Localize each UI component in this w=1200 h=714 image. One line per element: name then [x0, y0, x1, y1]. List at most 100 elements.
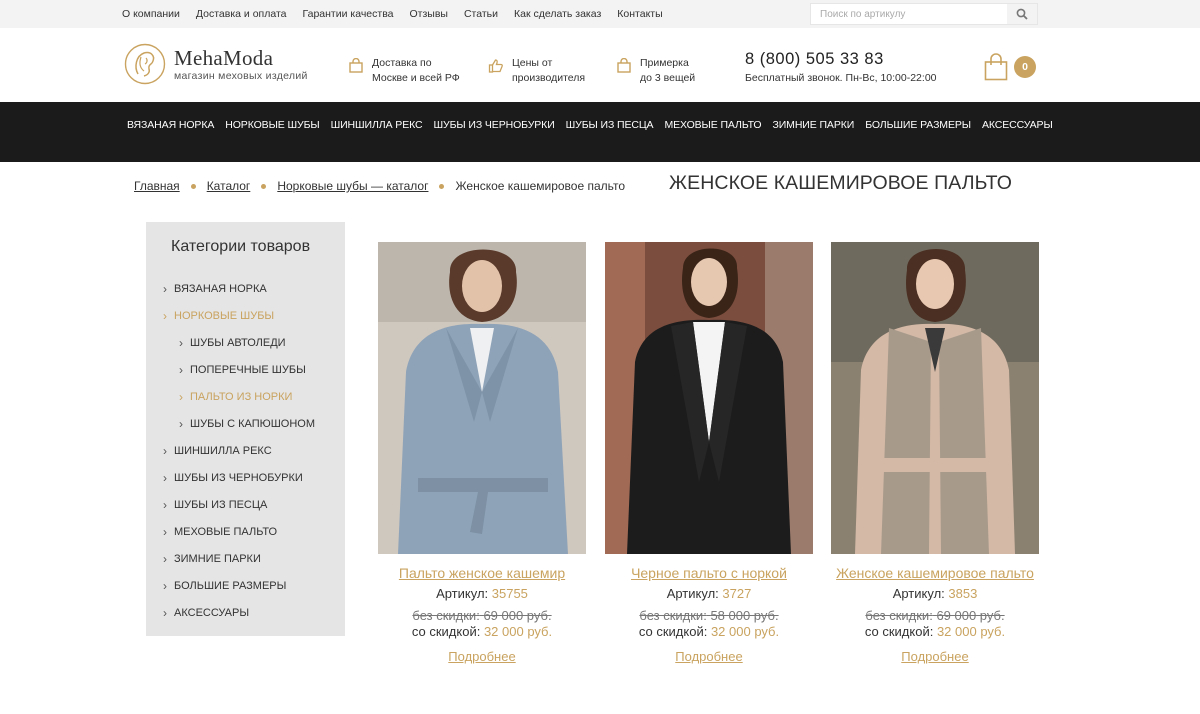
- product-image[interactable]: [378, 242, 586, 554]
- sidebar-item-hooded[interactable]: › ШУБЫ С КАПЮШОНОМ: [163, 410, 315, 437]
- sidebar-item-label: ШУБЫ С КАПЮШОНОМ: [190, 417, 316, 430]
- search-input[interactable]: [811, 4, 1007, 24]
- breadcrumb-separator: [261, 183, 267, 189]
- feature-prices-line2: производителя: [512, 72, 586, 84]
- sidebar-title: Категории товаров: [171, 238, 311, 255]
- sidebar-item-accessories[interactable]: › АКСЕССУАРЫ: [163, 599, 315, 626]
- feature-fitting: Примерка до 3 вещей: [616, 56, 695, 86]
- sidebar-item-label: ПОПЕРЕЧНЫЕ ШУБЫ: [190, 363, 306, 376]
- chevron-right-icon: ›: [179, 362, 183, 377]
- article-value: 3727: [722, 586, 752, 601]
- chevron-right-icon: ›: [163, 308, 167, 323]
- new-price-value: 32 000 руб.: [483, 624, 553, 639]
- top-link-about[interactable]: О компании: [122, 8, 180, 20]
- sidebar-item-knitted-mink[interactable]: › ВЯЗАНАЯ НОРКА: [163, 275, 315, 302]
- cart-button[interactable]: 0: [984, 53, 1036, 81]
- logo-woman-icon: [124, 43, 166, 85]
- sidebar-item-autolady[interactable]: › ШУБЫ АВТОЛЕДИ: [163, 329, 315, 356]
- phone-block: 8 (800) 505 33 83 Бесплатный звонок. Пн-…: [745, 50, 937, 84]
- chevron-right-icon: ›: [163, 281, 167, 296]
- sidebar-item-label: ВЯЗАНАЯ НОРКА: [174, 282, 267, 295]
- breadcrumb-separator: [190, 183, 196, 189]
- product-article: Артикул: 35755: [378, 586, 586, 601]
- more-details-link[interactable]: Подробнее: [378, 649, 586, 664]
- nav-item-fur-coats[interactable]: МЕХОВЫЕ ПАЛЬТО: [664, 119, 761, 131]
- nav-item-large-sizes[interactable]: БОЛЬШИЕ РАЗМЕРЫ: [865, 119, 971, 131]
- chevron-right-icon: ›: [163, 524, 167, 539]
- nav-item-accessories[interactable]: АКСЕССУАРЫ: [982, 119, 1053, 131]
- old-price-value: 58 000 руб.: [710, 608, 779, 623]
- feature-fitting-line2: до 3 вещей: [640, 72, 696, 84]
- sidebar-item-large-sizes[interactable]: › БОЛЬШИЕ РАЗМЕРЫ: [163, 572, 315, 599]
- search-button[interactable]: [1007, 4, 1037, 24]
- more-details-link[interactable]: Подробнее: [605, 649, 813, 664]
- bag-icon: [617, 58, 631, 73]
- product-new-price: со скидкой: 32 000 руб.: [831, 624, 1039, 639]
- feature-delivery-line1: Доставка по: [372, 57, 432, 69]
- article-value: 3853: [948, 586, 978, 601]
- article-label: Артикул:: [666, 586, 719, 601]
- sidebar-item-fur-coats[interactable]: › МЕХОВЫЕ ПАЛЬТО: [163, 518, 315, 545]
- nav-item-winter-parkas[interactable]: ЗИМНИЕ ПАРКИ: [772, 119, 854, 131]
- top-link-guarantees[interactable]: Гарантии качества: [303, 8, 394, 20]
- breadcrumb-home[interactable]: Главная: [134, 179, 180, 193]
- product-card: Черное пальто с норкой Артикул: 3727 без…: [605, 242, 813, 664]
- chevron-right-icon: ›: [179, 335, 183, 350]
- old-price-value: 69 000 руб.: [936, 608, 1005, 623]
- phone-note: Бесплатный звонок. Пн-Вс, 10:00-22:00: [745, 72, 937, 84]
- sidebar-item-mink-coats[interactable]: › НОРКОВЫЕ ШУБЫ: [163, 302, 315, 329]
- sidebar-item-arctic-fox[interactable]: › ШУБЫ ИЗ ПЕСЦА: [163, 491, 315, 518]
- sidebar-item-transverse[interactable]: › ПОПЕРЕЧНЫЕ ШУБЫ: [163, 356, 315, 383]
- sidebar-item-mink-coat[interactable]: › ПАЛЬТО ИЗ НОРКИ: [163, 383, 315, 410]
- chevron-right-icon: ›: [163, 605, 167, 620]
- new-price-value: 32 000 руб.: [936, 624, 1006, 639]
- sidebar-item-silver-fox[interactable]: › ШУБЫ ИЗ ЧЕРНОБУРКИ: [163, 464, 315, 491]
- product-name-link[interactable]: Пальто женское кашемир: [378, 565, 586, 581]
- product-article: Артикул: 3727: [605, 586, 813, 601]
- main-nav: ВЯЗАНАЯ НОРКА НОРКОВЫЕ ШУБЫ ШИНШИЛЛА РЕК…: [0, 102, 1200, 162]
- nav-item-knitted-mink[interactable]: ВЯЗАНАЯ НОРКА: [127, 119, 214, 131]
- sidebar-item-label: НОРКОВЫЕ ШУБЫ: [174, 309, 275, 322]
- search-icon: [1016, 8, 1028, 20]
- page-title: ЖЕНСКОЕ КАШЕМИРОВОЕ ПАЛЬТО: [669, 172, 1013, 194]
- feature-prices-line1: Цены от: [512, 57, 553, 69]
- breadcrumb-mink-catalog[interactable]: Норковые шубы — каталог: [277, 179, 428, 193]
- feature-delivery-line2: Москве и всей РФ: [372, 72, 460, 84]
- breadcrumb-catalog[interactable]: Каталог: [207, 179, 251, 193]
- sidebar-item-label: ШИНШИЛЛА РЕКС: [174, 444, 272, 457]
- top-link-how-to-order[interactable]: Как сделать заказ: [514, 8, 601, 20]
- product-new-price: со скидкой: 32 000 руб.: [378, 624, 586, 639]
- chevron-right-icon: ›: [163, 470, 167, 485]
- product-new-price: со скидкой: 32 000 руб.: [605, 624, 813, 639]
- search-box: [810, 3, 1038, 25]
- top-link-reviews[interactable]: Отзывы: [410, 8, 448, 20]
- more-details-link[interactable]: Подробнее: [831, 649, 1039, 664]
- nav-item-arctic-fox[interactable]: ШУБЫ ИЗ ПЕСЦА: [566, 119, 654, 131]
- top-bar: О компании Доставка и оплата Гарантии ка…: [0, 0, 1200, 28]
- new-price-label: со скидкой:: [864, 624, 934, 639]
- nav-item-chinchilla[interactable]: ШИНШИЛЛА РЕКС: [331, 119, 423, 131]
- sidebar-item-chinchilla[interactable]: › ШИНШИЛЛА РЕКС: [163, 437, 315, 464]
- sidebar-item-winter-parkas[interactable]: › ЗИМНИЕ ПАРКИ: [163, 545, 315, 572]
- product-image[interactable]: [605, 242, 813, 554]
- old-price-label: без скидки:: [412, 608, 480, 623]
- old-price-label: без скидки:: [865, 608, 933, 623]
- top-link-contacts[interactable]: Контакты: [617, 8, 662, 20]
- cart-count-badge: 0: [1014, 56, 1036, 78]
- article-label: Артикул:: [892, 586, 945, 601]
- product-image[interactable]: [831, 242, 1039, 554]
- product-name-link[interactable]: Черное пальто с норкой: [605, 565, 813, 581]
- product-card: Пальто женское кашемир Артикул: 35755 бе…: [378, 242, 586, 664]
- sidebar-item-label: ШУБЫ ИЗ ЧЕРНОБУРКИ: [174, 471, 303, 484]
- shopping-bag-icon: [984, 53, 1008, 81]
- top-link-articles[interactable]: Статьи: [464, 8, 498, 20]
- top-link-delivery[interactable]: Доставка и оплата: [196, 8, 287, 20]
- new-price-value: 32 000 руб.: [710, 624, 780, 639]
- nav-item-mink-coats[interactable]: НОРКОВЫЕ ШУБЫ: [225, 119, 319, 131]
- nav-item-silver-fox[interactable]: ШУБЫ ИЗ ЧЕРНОБУРКИ: [434, 119, 555, 131]
- article-label: Артикул:: [436, 586, 489, 601]
- phone-number[interactable]: 8 (800) 505 33 83: [745, 50, 937, 69]
- feature-fitting-line1: Примерка: [640, 57, 689, 69]
- product-name-link[interactable]: Женское кашемировое пальто: [831, 565, 1039, 581]
- logo[interactable]: MehaModa магазин меховых изделий: [124, 43, 308, 85]
